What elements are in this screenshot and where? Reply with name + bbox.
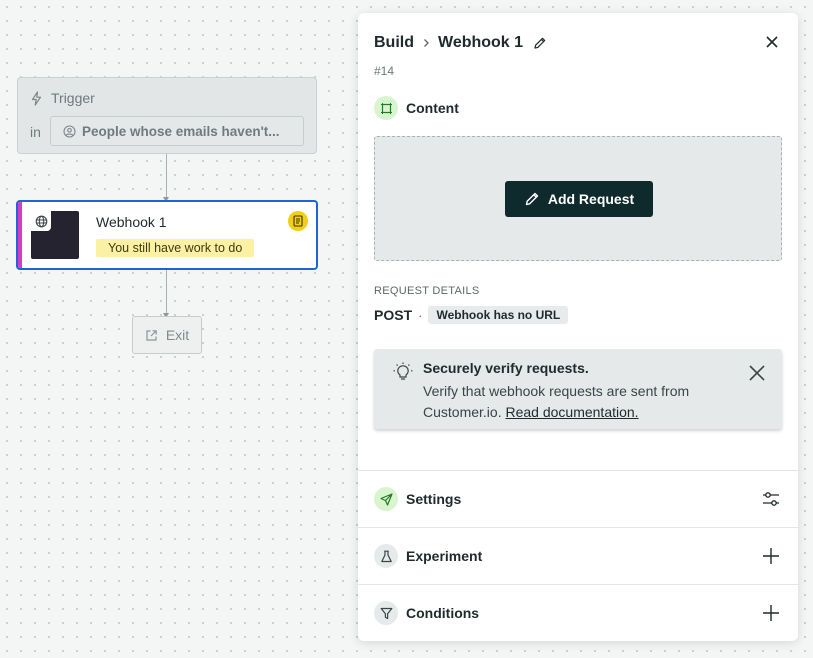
experiment-header: Experiment: [374, 544, 482, 568]
note-icon[interactable]: [288, 211, 308, 231]
conditions-header: Conditions: [374, 601, 479, 625]
connector-trigger-webhook: [163, 154, 169, 202]
breadcrumb-webhook: Webhook 1: [438, 34, 524, 51]
callout-title: Securely verify requests.: [423, 360, 589, 376]
add-request-button[interactable]: Add Request: [505, 181, 653, 217]
webhook-detail-panel: Build Webhook 1 #14 Content Add Request …: [358, 13, 798, 641]
webhook-node-title: Webhook 1: [96, 214, 167, 230]
breadcrumb-build[interactable]: Build: [374, 34, 414, 52]
trigger-segment-name: People whose emails haven't...: [82, 123, 280, 139]
url-status-badge: Webhook has no URL: [428, 306, 569, 324]
settings-label: Settings: [406, 491, 462, 507]
warning-badge: You still have work to do: [96, 239, 255, 257]
plus-icon[interactable]: [762, 547, 780, 565]
pencil-icon[interactable]: [533, 36, 547, 50]
sliders-icon[interactable]: [762, 490, 780, 508]
content-icon: [374, 96, 398, 120]
close-icon[interactable]: [748, 364, 766, 382]
exit-icon: [145, 329, 158, 342]
add-request-label: Add Request: [547, 191, 635, 207]
chevron-right-icon: [420, 37, 432, 49]
trigger-header: Trigger: [30, 90, 95, 106]
conditions-label: Conditions: [406, 605, 480, 621]
http-method: POST: [374, 307, 413, 323]
content-section-header: Content: [374, 96, 459, 120]
pencil-icon: [524, 191, 540, 207]
paper-plane-icon: [374, 487, 398, 511]
trigger-label: Trigger: [51, 90, 95, 106]
segment-icon: [63, 124, 76, 138]
request-details-heading: REQUEST DETAILS: [374, 285, 480, 297]
filter-icon: [374, 601, 398, 625]
exit-label: Exit: [165, 327, 190, 343]
trigger-node[interactable]: Trigger in People whose emails haven't..…: [17, 77, 317, 154]
settings-row[interactable]: Settings: [358, 470, 798, 527]
exit-node[interactable]: Exit: [132, 316, 202, 354]
settings-header: Settings: [374, 487, 461, 511]
experiment-label: Experiment: [406, 548, 483, 564]
trigger-segment-pill[interactable]: People whose emails haven't...: [50, 116, 304, 146]
verify-requests-callout: Securely verify requests. Verify that we…: [374, 349, 782, 429]
lightning-icon: [30, 90, 43, 106]
lightbulb-icon: [393, 362, 413, 382]
separator-dot: ·: [418, 307, 423, 323]
connector-webhook-exit: [163, 270, 169, 318]
request-details-row: POST · Webhook has no URL: [374, 306, 569, 324]
plus-icon[interactable]: [762, 604, 780, 622]
callout-body: Verify that webhook requests are sent fr…: [423, 381, 723, 423]
content-label: Content: [406, 100, 459, 116]
node-id: #14: [374, 64, 395, 78]
conditions-row[interactable]: Conditions: [358, 584, 798, 641]
read-documentation-link[interactable]: Read documentation.: [505, 404, 638, 420]
trigger-in-label: in: [30, 124, 41, 140]
globe-icon: [31, 211, 51, 231]
webhook-node[interactable]: Webhook 1 You still have work to do: [16, 200, 318, 270]
flask-icon: [374, 544, 398, 568]
breadcrumb: Build Webhook 1: [374, 34, 547, 52]
content-dropzone: Add Request: [374, 136, 782, 261]
experiment-row[interactable]: Experiment: [358, 527, 798, 584]
node-accent-stripe: [18, 202, 22, 268]
close-icon[interactable]: [764, 34, 780, 50]
